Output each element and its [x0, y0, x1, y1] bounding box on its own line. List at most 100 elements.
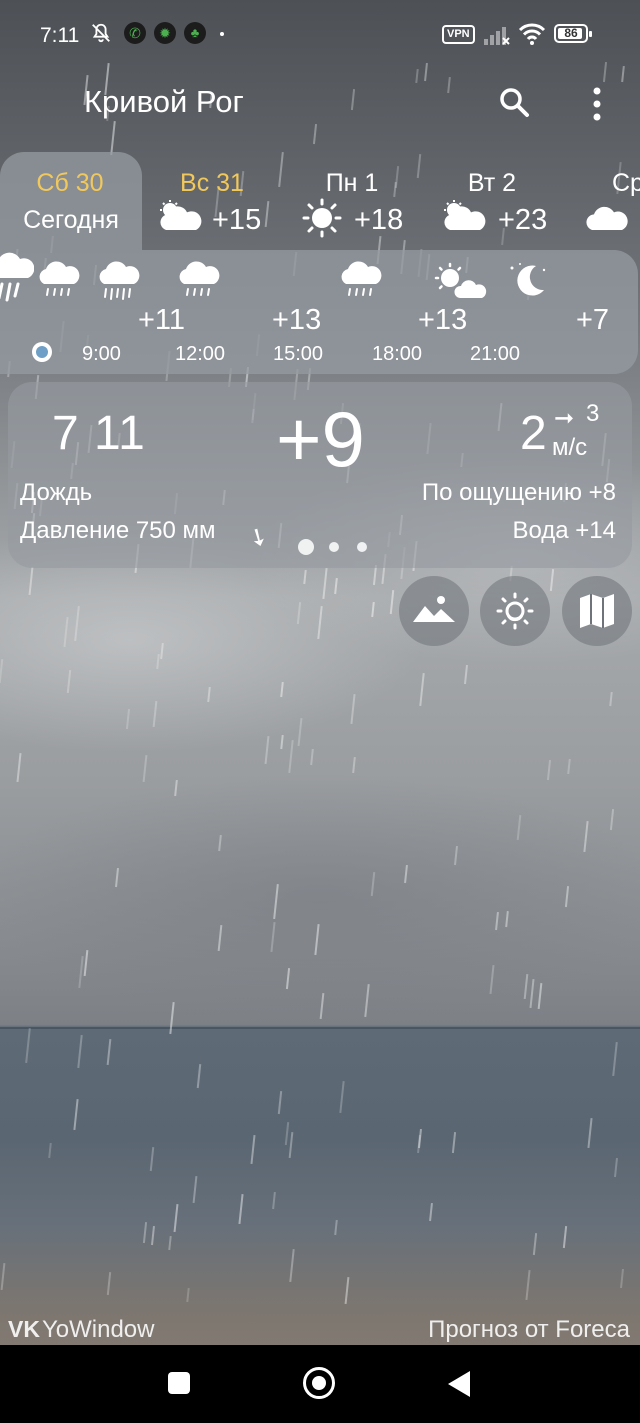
rain-streak [495, 911, 499, 931]
rain-streak [284, 1121, 289, 1146]
landscape-button[interactable] [399, 576, 469, 646]
back-button[interactable] [448, 1371, 470, 1397]
rain-streak [317, 606, 323, 639]
rain-streak [142, 754, 147, 783]
forecast-credit[interactable]: Прогноз от Foreca [428, 1316, 630, 1344]
map-button[interactable] [562, 576, 632, 646]
day-tab-name: Пн 1 [325, 169, 379, 197]
map-icon [580, 594, 614, 628]
rain-streak [609, 808, 614, 831]
current-time-marker [32, 342, 52, 362]
vk-logo: VK [8, 1316, 40, 1342]
rain-streak [312, 123, 317, 145]
day-tab-name: Ср [612, 169, 640, 197]
day-tab-today[interactable]: Сб 30 Сегодня [0, 152, 142, 250]
rain-streak [297, 717, 302, 747]
recents-button[interactable] [168, 1372, 190, 1394]
rain-streak [174, 779, 178, 797]
yowindow-brand[interactable]: VKYoWindow [8, 1316, 154, 1344]
rain-streak [217, 924, 222, 952]
call-app-icon: ✆ [124, 22, 146, 44]
hourly-time: 12:00 [175, 343, 226, 365]
battery-indicator: 86 [554, 24, 592, 43]
muted-notifications-icon [92, 23, 110, 43]
rain-icon [341, 261, 382, 296]
rain-streak [371, 601, 375, 618]
rain-streak [296, 601, 301, 625]
day-tab-tuesday[interactable]: Вт 2 +23 [422, 152, 562, 250]
tree-app-icon: ♣ [184, 22, 206, 44]
current-conditions-card[interactable]: 7 11 +9 2 ➞ 3 м/с Дождь По ощущению +8 Д… [8, 382, 632, 568]
rain-icon [39, 261, 80, 296]
day-tabs: Сб 30 Сегодня Вс 31 +15 Пн 1 +18 Вт 2 +2… [0, 152, 640, 250]
hourly-time: 18:00 [372, 343, 423, 365]
rain-streak [334, 577, 338, 595]
weather-condition: Дождь [20, 479, 93, 506]
rain-streak [614, 1157, 618, 1178]
rain-streak [152, 700, 157, 728]
rain-streak [587, 1118, 593, 1148]
rain-streak [447, 76, 451, 94]
rain-streak [344, 1276, 349, 1305]
day-tab-monday[interactable]: Пн 1 +18 [282, 152, 422, 250]
hourly-time: 21:00 [470, 343, 521, 365]
current-temperature: +9 [276, 395, 365, 483]
moon-icon [510, 263, 546, 296]
status-time: 7:11 [40, 24, 80, 47]
rain-streak [218, 834, 222, 852]
rain-streak [196, 1063, 201, 1089]
rain-streak [562, 1225, 567, 1249]
rain-streak [16, 753, 22, 782]
rain-streak [149, 1146, 154, 1172]
status-bar: 7:11 ✆ ✹ ♣ VPN 86 [0, 0, 640, 70]
rain-streak [415, 68, 419, 84]
pager-dot-active [298, 539, 314, 555]
battery-level: 86 [564, 26, 578, 40]
rain-icon [179, 261, 220, 296]
home-button[interactable] [303, 1367, 335, 1399]
rain-streak [83, 949, 88, 977]
antivirus-app-icon: ✹ [154, 22, 176, 44]
day-tab-wednesday[interactable]: Ср [562, 152, 640, 250]
rain-streak [270, 922, 276, 952]
day-tab-temp: +23 [498, 204, 548, 236]
rain-streak [620, 1268, 624, 1289]
hourly-temp: +13 [272, 304, 322, 336]
rain-streak [280, 681, 284, 698]
rain-streak [288, 740, 294, 773]
rain-streak [546, 759, 551, 781]
sun-radar-button[interactable] [480, 576, 550, 646]
rain-streak [66, 669, 71, 694]
search-icon[interactable] [496, 84, 534, 122]
more-vert-icon[interactable] [582, 84, 612, 124]
hourly-forecast-strip[interactable]: +11 +13 +13 +7 9:00 12:00 15:00 18:00 21… [0, 250, 638, 374]
day-tab-temp: +18 [354, 204, 404, 236]
rain-streak [339, 1081, 345, 1113]
rain-streak [322, 568, 328, 599]
day-tab-name: Вс 31 [180, 169, 244, 197]
city-title[interactable]: Кривой Рог [84, 84, 244, 120]
rain-streak [207, 686, 211, 703]
wind-unit: м/с [552, 434, 588, 461]
cloud-icon [586, 206, 628, 230]
rain-streak [73, 1099, 79, 1130]
day-tab-temp: +15 [212, 204, 262, 236]
rain-streak [429, 1202, 433, 1222]
day-tab-sunday[interactable]: Вс 31 +15 [142, 152, 282, 250]
rain-streak [303, 569, 307, 585]
rain-streak [273, 884, 279, 919]
partly-cloudy-icon [160, 200, 202, 230]
rain-streak [110, 121, 116, 155]
rain-streak [115, 867, 119, 888]
rain-streak [352, 756, 356, 774]
more-notifications-dot [220, 32, 224, 36]
pager-dot [357, 542, 367, 552]
rain-streak [583, 821, 589, 852]
rain-streak [404, 864, 408, 884]
heavy-rain-icon [99, 261, 140, 300]
feels-like: По ощущению +8 [421, 479, 616, 506]
rain-streak [523, 973, 528, 1000]
rain-streak [516, 814, 521, 841]
rain-streak [160, 642, 164, 660]
rain-streak [319, 992, 324, 1020]
